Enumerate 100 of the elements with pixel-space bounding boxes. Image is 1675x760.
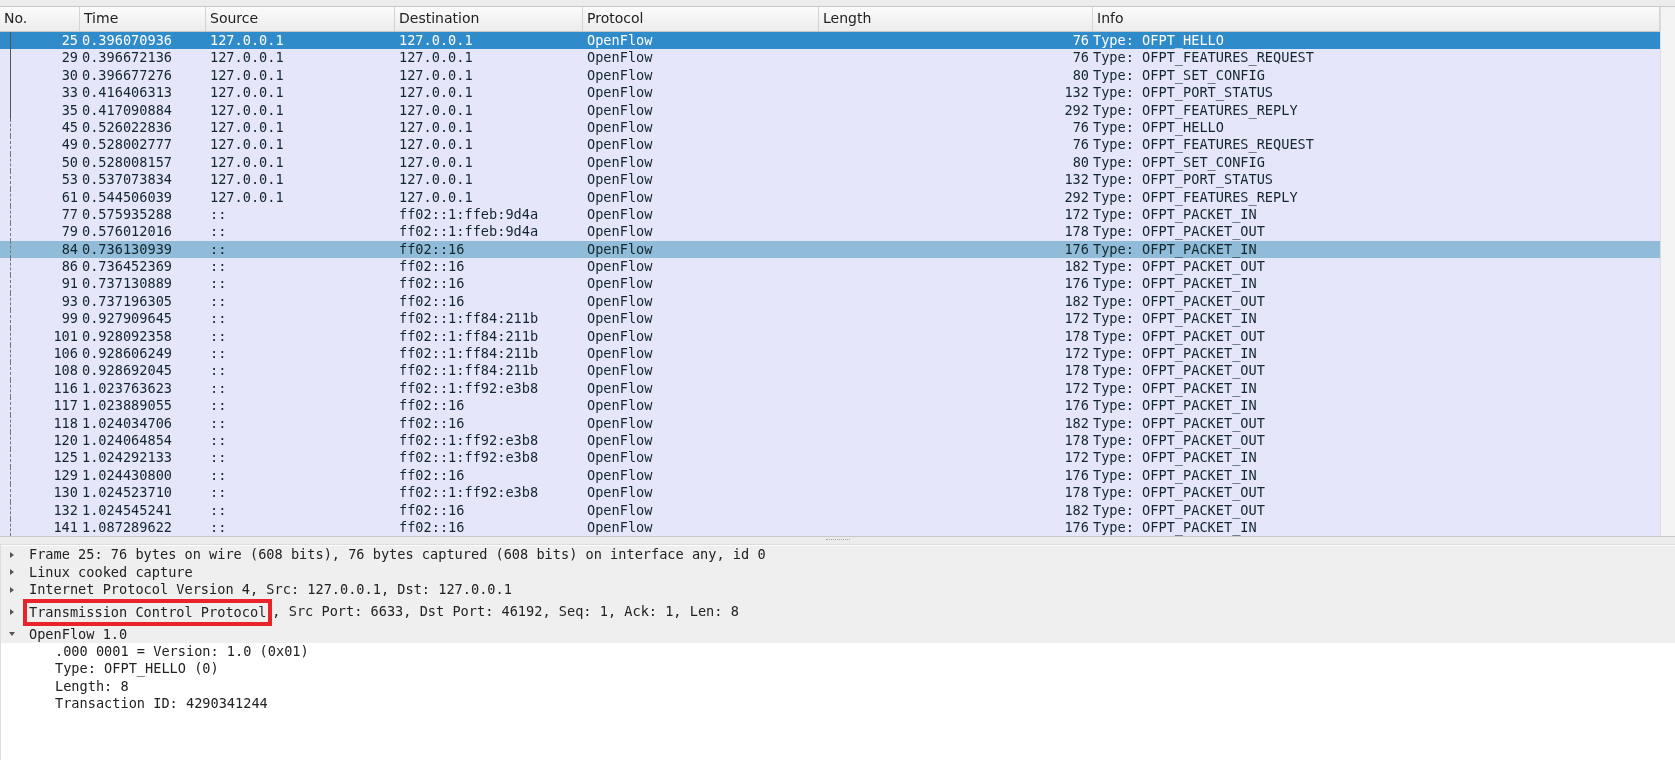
time-cell: 0.737196305 xyxy=(82,292,173,309)
source-cell: :: xyxy=(210,240,227,257)
detail-field[interactable]: Length: 8 xyxy=(55,677,129,696)
packet-row[interactable]: 53 0.537073834 127.0.0.1 127.0.0.1 OpenFlow 132 Type: OFPT_PORT_STATUS xyxy=(0,171,1660,189)
number-cell: 101 xyxy=(53,327,78,344)
info-cell: Type: OFPT_PACKET_OUT xyxy=(1093,292,1265,309)
packet-row[interactable]: 117 1.023889055 :: ff02::16 OpenFlow 176 Type: OFPT_PACKET_IN xyxy=(0,397,1660,415)
destination-cell: ff02::16 xyxy=(399,397,465,414)
destination-cell: 127.0.0.1 xyxy=(399,136,473,153)
packet-row[interactable]: 99 0.927909645 :: ff02::1:ff84:211b OpenFlow 172 Type: OFPT_PACKET_IN xyxy=(0,310,1660,328)
detail-field[interactable]: .000 0001 = Version: 1.0 (0x01) xyxy=(55,642,309,661)
info-cell: Type: OFPT_PACKET_IN xyxy=(1093,518,1257,535)
length-cell: 176 xyxy=(1064,240,1089,257)
packet-row[interactable]: 125 1.024292133 :: ff02::1:ff92:e3b8 OpenFlow 172 Type: OFPT_PACKET_IN xyxy=(0,449,1660,467)
length-cell: 292 xyxy=(1064,188,1089,205)
source-cell: 127.0.0.1 xyxy=(210,136,284,153)
number-cell: 33 xyxy=(61,84,78,101)
protocol-cell: OpenFlow xyxy=(587,310,653,327)
column-header[interactable]: Destination xyxy=(395,7,583,31)
number-cell: 79 xyxy=(61,223,78,240)
time-cell: 0.575935288 xyxy=(82,205,173,222)
expand-arrow-icon[interactable] xyxy=(8,608,16,616)
length-cell: 76 xyxy=(1072,32,1089,48)
packet-row[interactable]: 86 0.736452369 :: ff02::16 OpenFlow 182 Type: OFPT_PACKET_OUT xyxy=(0,258,1660,276)
packet-row[interactable]: 108 0.928692045 :: ff02::1:ff84:211b OpenFlow 178 Type: OFPT_PACKET_OUT xyxy=(0,362,1660,380)
info-cell: Type: OFPT_FEATURES_REQUEST xyxy=(1093,49,1314,66)
expand-arrow-icon[interactable] xyxy=(8,585,16,594)
number-cell: 45 xyxy=(61,118,78,135)
protocol-cell: OpenFlow xyxy=(587,258,653,275)
source-cell: :: xyxy=(210,205,227,222)
time-cell: 1.024292133 xyxy=(82,449,173,466)
protocol-cell: OpenFlow xyxy=(587,484,653,501)
number-cell: 91 xyxy=(61,275,78,292)
column-header[interactable]: Length xyxy=(819,7,1093,31)
packet-row[interactable]: 49 0.528002777 127.0.0.1 127.0.0.1 OpenFlow 76 Type: OFPT_FEATURES_REQUEST xyxy=(0,136,1660,154)
protocol-cell: OpenFlow xyxy=(587,84,653,101)
destination-cell: ff02::16 xyxy=(399,501,465,518)
time-cell: 1.023763623 xyxy=(82,379,173,396)
source-cell: 127.0.0.1 xyxy=(210,49,284,66)
detail-field[interactable]: Transaction ID: 4290341244 xyxy=(55,695,268,713)
length-cell: 178 xyxy=(1064,362,1089,379)
protocol-cell: OpenFlow xyxy=(587,49,653,66)
source-cell: :: xyxy=(210,345,227,362)
destination-cell: ff02::16 xyxy=(399,240,465,257)
scrollbar[interactable] xyxy=(1660,7,1675,537)
source-cell: :: xyxy=(210,432,227,448)
destination-cell: ff02::1:ff92:e3b8 xyxy=(399,432,539,448)
length-cell: 172 xyxy=(1064,205,1089,222)
expand-arrow-icon[interactable] xyxy=(8,568,16,577)
length-cell: 182 xyxy=(1064,292,1089,309)
destination-cell: 127.0.0.1 xyxy=(399,32,473,48)
destination-cell: ff02::1:ff92:e3b8 xyxy=(399,379,539,396)
length-cell: 176 xyxy=(1064,466,1089,483)
protocol-cell: OpenFlow xyxy=(587,414,653,431)
source-cell: :: xyxy=(210,292,227,309)
source-cell: :: xyxy=(210,484,227,501)
detail-item[interactable]: Transmission Control Protocol xyxy=(23,598,273,626)
destination-cell: ff02::1:ff84:211b xyxy=(399,362,539,379)
detail-field[interactable]: Type: OFPT_HELLO (0) xyxy=(55,660,219,678)
source-cell: 127.0.0.1 xyxy=(210,32,284,48)
protocol-cell: OpenFlow xyxy=(587,205,653,222)
protocol-cell: OpenFlow xyxy=(587,518,653,535)
number-cell: 35 xyxy=(61,101,78,118)
info-cell: Type: OFPT_PACKET_IN xyxy=(1093,379,1257,396)
source-cell: 127.0.0.1 xyxy=(210,153,284,170)
destination-cell: 127.0.0.1 xyxy=(399,101,473,118)
packet-row[interactable]: 130 1.024523710 :: ff02::1:ff92:e3b8 OpenFlow 178 Type: OFPT_PACKET_OUT xyxy=(0,484,1660,502)
source-cell: :: xyxy=(210,518,227,535)
time-cell: 1.024523710 xyxy=(82,484,173,501)
number-cell: 25 xyxy=(61,32,78,48)
expand-arrow-icon[interactable] xyxy=(8,551,16,559)
source-cell: 127.0.0.1 xyxy=(210,118,284,135)
packet-row[interactable]: 33 0.416406313 127.0.0.1 127.0.0.1 OpenFlow 132 Type: OFPT_PORT_STATUS xyxy=(0,84,1660,102)
number-cell: 53 xyxy=(61,171,78,188)
destination-cell: ff02::1:ff92:e3b8 xyxy=(399,484,539,501)
info-cell: Type: OFPT_PORT_STATUS xyxy=(1093,171,1274,188)
packet-row[interactable]: 79 0.576012016 :: ff02::1:ffeb:9d4a OpenFlow 178 Type: OFPT_PACKET_OUT xyxy=(0,223,1660,241)
length-cell: 182 xyxy=(1064,414,1089,431)
time-cell: 1.024034706 xyxy=(82,414,173,431)
column-header[interactable]: No. xyxy=(0,7,80,31)
packet-row[interactable]: 106 0.928606249 :: ff02::1:ff84:211b OpenFlow 172 Type: OFPT_PACKET_IN xyxy=(0,345,1660,363)
protocol-cell: OpenFlow xyxy=(587,292,653,309)
splitter-handle[interactable] xyxy=(825,539,850,543)
column-header[interactable]: Protocol xyxy=(583,7,819,31)
packet-row[interactable]: 91 0.737130889 :: ff02::16 OpenFlow 176 Type: OFPT_PACKET_IN xyxy=(0,275,1660,293)
detail-item[interactable]: Linux cooked capture xyxy=(29,563,193,582)
number-cell: 108 xyxy=(53,362,78,379)
info-cell: Type: OFPT_FEATURES_REPLY xyxy=(1093,101,1298,118)
detail-item[interactable]: OpenFlow 1.0 xyxy=(29,625,128,643)
source-cell: :: xyxy=(210,466,227,483)
column-header[interactable]: Source xyxy=(206,7,395,31)
length-cell: 80 xyxy=(1072,153,1089,170)
length-cell: 178 xyxy=(1064,327,1089,344)
packet-row[interactable]: 25 0.396070936 127.0.0.1 127.0.0.1 OpenFlow 76 Type: OFPT_HELLO xyxy=(0,32,1660,50)
length-cell: 132 xyxy=(1064,171,1089,188)
number-cell: 77 xyxy=(61,205,78,222)
packet-row[interactable]: 29 0.396672136 127.0.0.1 127.0.0.1 OpenFlow 76 Type: OFPT_FEATURES_REQUEST xyxy=(0,49,1660,67)
column-header[interactable]: Time xyxy=(80,7,206,31)
protocol-cell: OpenFlow xyxy=(587,466,653,483)
time-cell: 0.417090884 xyxy=(82,101,173,118)
